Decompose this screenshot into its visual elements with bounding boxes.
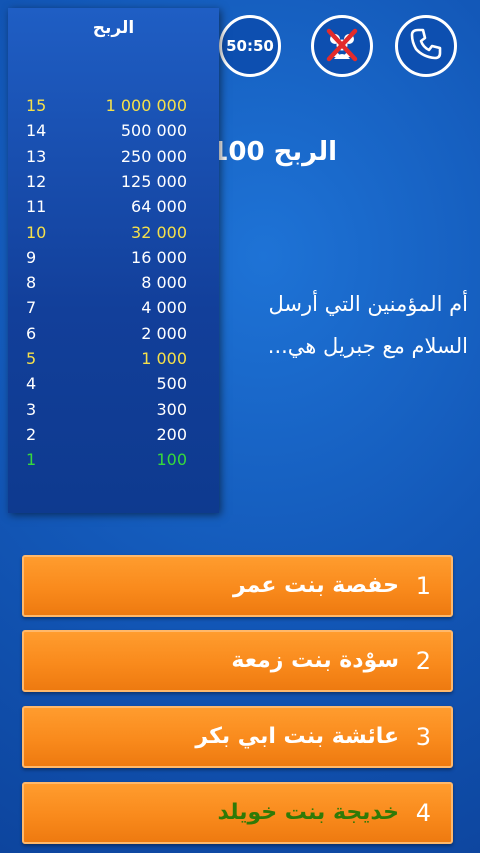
ladder-row-3: 3 300	[8, 398, 219, 422]
ladder-amount: 16 000	[131, 247, 187, 267]
ladder-amount: 32 000	[131, 222, 187, 242]
ladder-amount: 2 000	[141, 323, 187, 343]
ladder-row-14: 14 500 000	[8, 119, 219, 143]
ladder-row-2: 2 200	[8, 423, 219, 447]
fifty-fifty-label: 50:50	[226, 37, 274, 55]
ladder-row-12: 12 125 000	[8, 170, 219, 194]
ladder-amount: 200	[156, 424, 187, 444]
phone-icon	[409, 27, 443, 65]
ladder-amount: 500 000	[120, 121, 187, 141]
question-text: أم المؤمنين التي أرسل السلام مع جبريل هي…	[214, 283, 468, 373]
ladder-amount: 1 000	[141, 349, 187, 368]
answer-button-4[interactable]: 4 خديجة بنت خويلد	[22, 782, 453, 844]
ladder-amount: 8 000	[141, 273, 187, 293]
ladder-amount: 500	[156, 374, 187, 394]
answer-button-3[interactable]: 3 عائشة بنت ابي بكر	[22, 706, 453, 768]
ladder-row-5: 51 000	[8, 347, 219, 371]
question-line-1: أم المؤمنين التي أرسل	[268, 292, 468, 316]
ladder-row-10: 10 32 000	[8, 221, 219, 245]
phone-friend-button[interactable]	[395, 15, 457, 77]
ladder-row-13: 13 250 000	[8, 145, 219, 169]
answer-number: 1	[415, 572, 431, 600]
ladder-row-6: 62 000	[8, 322, 219, 346]
answer-number: 4	[415, 799, 431, 827]
question-line-2: السلام مع جبريل هي...	[267, 334, 468, 358]
ladder-amount: 300	[156, 399, 187, 419]
ladder-row-7: 74 000	[8, 296, 219, 320]
ladder-title: الربح	[92, 18, 135, 38]
ladder-row-9: 9 16 000	[8, 246, 219, 270]
ladder-row-15: 15 1 000 000	[8, 94, 219, 118]
answer-label: حفصة بنت عمر	[232, 573, 399, 598]
ladder-amount: 64 000	[131, 197, 187, 217]
ladder-amount: 100	[156, 450, 187, 470]
answer-label: عائشة بنت ابي بكر	[195, 724, 399, 749]
fifty-fifty-button[interactable]: 50:50	[219, 15, 281, 77]
ladder-amount: 1 000 000	[105, 96, 187, 115]
answer-button-2[interactable]: 2 سوْدة بنت زمعة	[22, 630, 453, 692]
answer-number: 3	[415, 723, 431, 751]
ladder-amount: 125 000	[120, 171, 187, 191]
answer-number: 2	[415, 647, 431, 675]
answer-label: سوْدة بنت زمعة	[231, 648, 399, 673]
ladder-row-4: 4 500	[8, 372, 219, 396]
current-prize-title: الربح 100	[210, 137, 337, 167]
ladder-amount: 4 000	[141, 298, 187, 318]
audience-x-icon	[321, 23, 363, 69]
answer-button-1[interactable]: 1 حفصة بنت عمر	[22, 555, 453, 617]
ladder-row-11: 11 64 000	[8, 195, 219, 219]
ask-audience-button[interactable]	[311, 15, 373, 77]
ladder-row-1: 1 100	[8, 448, 219, 472]
answer-label: خديجة بنت خويلد	[217, 800, 399, 825]
ladder-row-8: 88 000	[8, 271, 219, 295]
money-ladder-panel: الربح 15 1 000 000 14 500 000 13 250 000 12 125…	[8, 8, 219, 513]
ladder-amount: 250 000	[120, 146, 187, 166]
